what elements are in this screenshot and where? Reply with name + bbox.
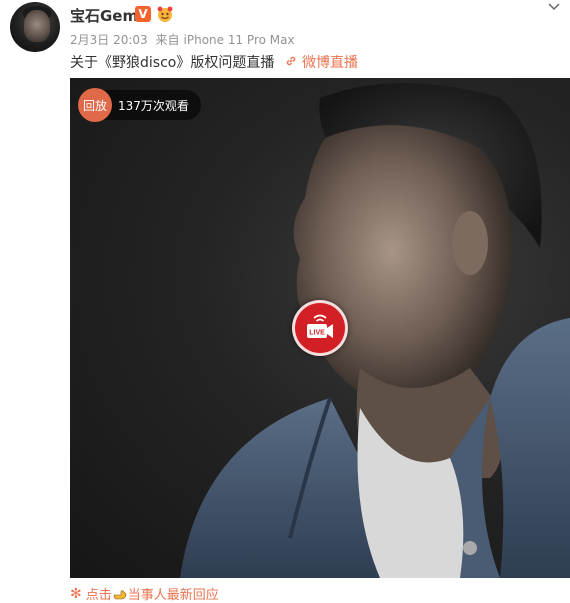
- sparkle-icon: ✻: [70, 585, 82, 602]
- weibo-live-link[interactable]: 微博直播: [302, 52, 358, 72]
- footer-suffix: 当事人最新回应: [127, 588, 219, 603]
- latest-response-link[interactable]: ✻ 点击 当事人最新回应: [70, 584, 219, 603]
- chevron-down-icon[interactable]: [546, 0, 562, 14]
- author-name[interactable]: 宝石Gem: [70, 5, 138, 26]
- emoji-badge-icon[interactable]: [156, 5, 174, 23]
- post-date[interactable]: 2月3日 20:03: [70, 33, 148, 47]
- post-meta: 2月3日 20:03 来自 iPhone 11 Pro Max: [70, 31, 299, 48]
- replay-badge: 回放 137万次观看: [78, 88, 201, 122]
- author-avatar[interactable]: [10, 2, 60, 52]
- replay-label: 回放: [78, 88, 112, 122]
- live-replay-video[interactable]: 回放 137万次观看 LIVE: [70, 78, 570, 578]
- footer-prefix: 点击: [85, 588, 112, 603]
- source-prefix: 来自: [155, 33, 180, 47]
- post-text: 关于《野狼disco》版权问题直播: [70, 55, 275, 71]
- link-icon[interactable]: [284, 54, 298, 68]
- view-count: 137万次观看: [118, 98, 189, 113]
- pointing-hand-icon: [113, 589, 127, 599]
- live-label: LIVE: [309, 330, 325, 337]
- verified-badge-icon[interactable]: V: [135, 6, 151, 22]
- post-source: iPhone 11 Pro Max: [183, 33, 295, 47]
- live-play-button[interactable]: LIVE: [292, 300, 348, 356]
- live-camera-icon: LIVE: [307, 314, 333, 338]
